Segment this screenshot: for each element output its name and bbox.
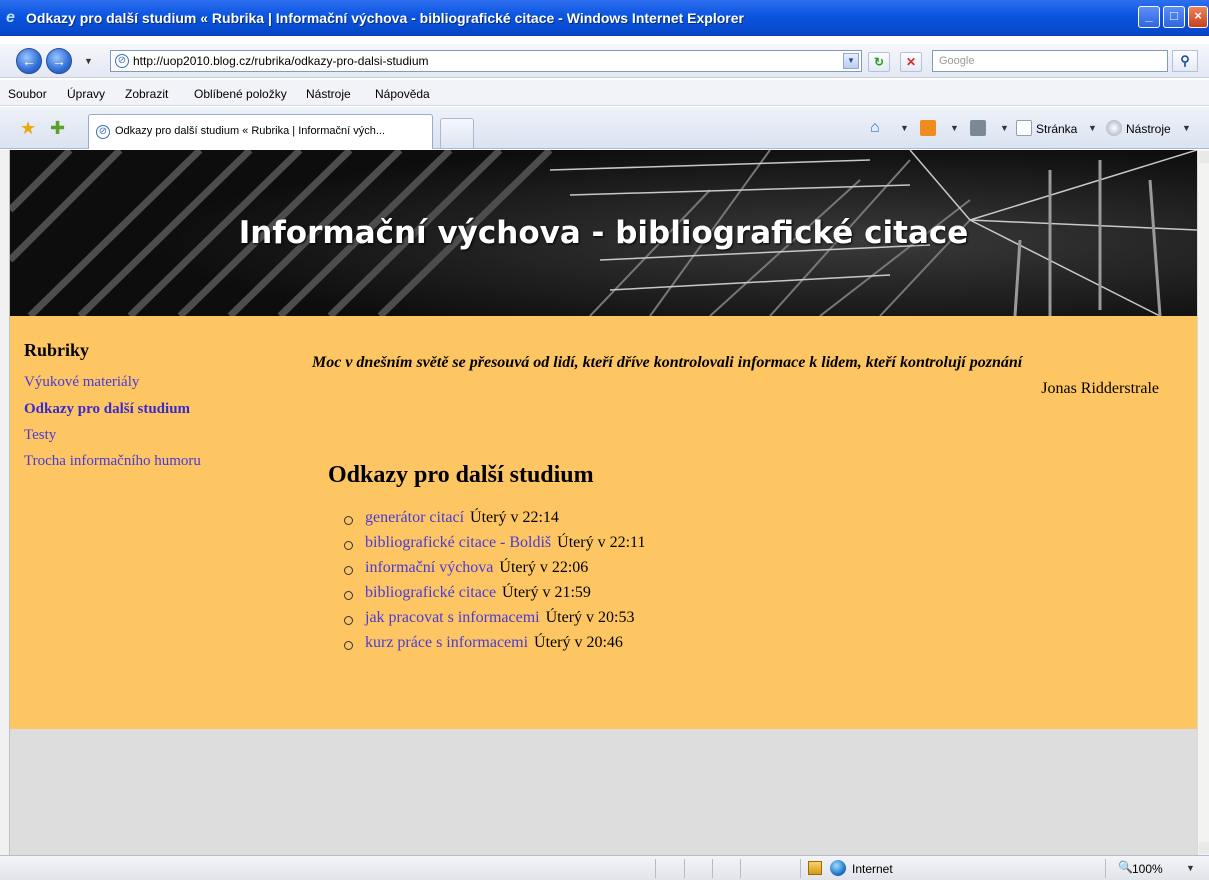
address-dropdown-icon[interactable]: ▼ (843, 53, 859, 69)
search-placeholder: Google (939, 55, 975, 67)
sidebar-heading: Rubriky (24, 340, 90, 360)
link-generator-citaci[interactable]: generátor citací (365, 509, 464, 526)
bullet-icon (344, 516, 353, 525)
home-dropdown-icon[interactable]: ▼ (900, 123, 909, 133)
recent-pages-dropdown-icon[interactable]: ▼ (84, 56, 93, 66)
bullet-icon (344, 616, 353, 625)
protected-mode-icon[interactable] (808, 861, 822, 875)
back-button[interactable]: ← (16, 48, 42, 74)
tab-page-icon: ⊘ (96, 125, 110, 139)
sidebar-item-vyukove-materialy[interactable]: Výukové materiály (24, 374, 139, 391)
sidebar-item-testy[interactable]: Testy (24, 427, 56, 444)
status-divider (684, 859, 685, 878)
address-toolbar: ← → ▼ ⊘ http://uop2010.blog.cz/rubrika/o… (0, 44, 1209, 78)
post-time: Úterý v 20:46 (534, 634, 623, 651)
sidebar-item-humor[interactable]: Trocha informačního humoru (24, 453, 201, 470)
window-left-edge (0, 150, 10, 855)
bullet-icon (344, 641, 353, 650)
link-jak-pracovat[interactable]: jak pracovat s informacemi (365, 609, 540, 626)
quote-author: Jonas Ridderstrale (1041, 380, 1159, 397)
favorites-star-icon[interactable]: ★ (20, 119, 36, 137)
menu-help[interactable]: Nápověda (375, 87, 430, 101)
print-dropdown-icon[interactable]: ▼ (1000, 123, 1009, 133)
tab-label: Odkazy pro další studium « Rubrika | Inf… (115, 125, 386, 137)
list-item: bibliografické citace - Boldiš Úterý v 22… (344, 534, 645, 559)
page-viewport: Informační výchova - bibliografické cita… (10, 150, 1197, 855)
post-time: Úterý v 21:59 (502, 584, 591, 601)
window-title-bar: e Odkazy pro další studium « Rubrika | I… (0, 0, 1209, 36)
status-divider (712, 859, 713, 878)
window-title: Odkazy pro další studium « Rubrika | Inf… (26, 10, 744, 26)
status-bar: Internet 🔍 100% ▼ (0, 855, 1209, 880)
status-divider (1105, 859, 1106, 878)
url-text: http://uop2010.blog.cz/rubrika/odkazy-pr… (133, 54, 429, 68)
menu-bar: Soubor Úpravy Zobrazit Oblíbené položky … (0, 80, 1209, 106)
links-list: generátor citací Úterý v 22:14 bibliograf… (344, 509, 645, 659)
internet-zone-icon (830, 860, 846, 876)
list-item: kurz práce s informacemi Úterý v 20:46 (344, 634, 645, 659)
list-item: generátor citací Úterý v 22:14 (344, 509, 645, 534)
tools-gear-icon (1106, 120, 1122, 136)
add-favorites-icon[interactable]: ✚ (50, 119, 65, 137)
search-icon[interactable]: ⚲ (1172, 50, 1198, 72)
page-title: Odkazy pro další studium (328, 462, 594, 488)
zoom-dropdown-icon[interactable]: ▼ (1186, 863, 1195, 873)
minimize-button[interactable]: _ (1138, 6, 1160, 28)
feeds-dropdown-icon[interactable]: ▼ (950, 123, 959, 133)
refresh-button[interactable]: ↻ (868, 52, 890, 72)
list-item: bibliografické citace Úterý v 21:59 (344, 584, 645, 609)
menu-tools[interactable]: Nástroje (306, 87, 351, 101)
status-divider (800, 859, 801, 878)
tab-active[interactable]: ⊘ Odkazy pro další studium « Rubrika | I… (88, 114, 433, 149)
zoom-icon: 🔍 (1118, 860, 1133, 874)
post-time: Úterý v 22:11 (557, 534, 646, 551)
home-icon[interactable]: ⌂ (870, 119, 880, 137)
menu-view[interactable]: Zobrazit (125, 87, 168, 101)
new-tab-button[interactable] (440, 118, 474, 148)
link-kurz-prace[interactable]: kurz práce s informacemi (365, 634, 528, 651)
stop-button[interactable]: ✕ (900, 52, 922, 72)
tab-bar: ★ ✚ ⊘ Odkazy pro další studium « Rubrika… (0, 107, 1209, 149)
link-informacni-vychova[interactable]: informační výchova (365, 559, 493, 576)
link-bibliograficke-citace-boldis[interactable]: bibliografické citace - Boldiš (365, 534, 551, 551)
maximize-button[interactable]: □ (1163, 6, 1185, 28)
site-banner: Informační výchova - bibliografické cita… (10, 150, 1197, 316)
page-menu-dropdown-icon[interactable]: ▼ (1088, 123, 1097, 133)
search-input[interactable]: Google (932, 50, 1168, 72)
menu-file[interactable]: Soubor (8, 87, 47, 101)
post-time: Úterý v 20:53 (545, 609, 635, 626)
menu-favorites[interactable]: Oblíbené položky (194, 87, 287, 101)
post-time: Úterý v 22:14 (470, 509, 559, 526)
security-zone-label: Internet (852, 862, 893, 876)
address-field[interactable]: ⊘ http://uop2010.blog.cz/rubrika/odkazy-… (110, 50, 862, 72)
zoom-level[interactable]: 100% (1132, 862, 1163, 876)
status-divider (655, 859, 656, 878)
bullet-icon (344, 541, 353, 550)
list-item: jak pracovat s informacemi Úterý v 20:53 (344, 609, 645, 634)
quote-text: Moc v dnešním světě se přesouvá od lidí,… (312, 354, 1023, 371)
link-bibliograficke-citace[interactable]: bibliografické citace (365, 584, 496, 601)
page-menu-icon (1016, 120, 1032, 136)
print-icon[interactable] (970, 120, 986, 136)
page-icon: ⊘ (115, 54, 129, 68)
page-menu-button[interactable]: Stránka (1036, 122, 1077, 136)
status-divider (740, 859, 741, 878)
scroll-down-icon[interactable] (1199, 842, 1209, 854)
ie-logo-icon: e (6, 9, 15, 26)
tools-menu-button[interactable]: Nástroje (1126, 122, 1171, 136)
feeds-icon[interactable] (920, 120, 936, 136)
post-time: Úterý v 22:06 (499, 559, 589, 576)
vertical-scrollbar[interactable] (1197, 150, 1209, 855)
sidebar-item-odkazy[interactable]: Odkazy pro další studium (24, 401, 190, 418)
menu-edit[interactable]: Úpravy (67, 87, 105, 101)
bullet-icon (344, 591, 353, 600)
content-area: Rubriky Výukové materiály Odkazy pro dal… (10, 316, 1197, 729)
site-title[interactable]: Informační výchova - bibliografické cita… (10, 215, 1197, 251)
scroll-up-icon[interactable] (1199, 151, 1209, 163)
close-window-button[interactable]: × (1188, 6, 1208, 28)
list-item: informační výchova Úterý v 22:06 (344, 559, 645, 584)
bullet-icon (344, 566, 353, 575)
tools-dropdown-icon[interactable]: ▼ (1182, 123, 1191, 133)
forward-button[interactable]: → (46, 48, 72, 74)
